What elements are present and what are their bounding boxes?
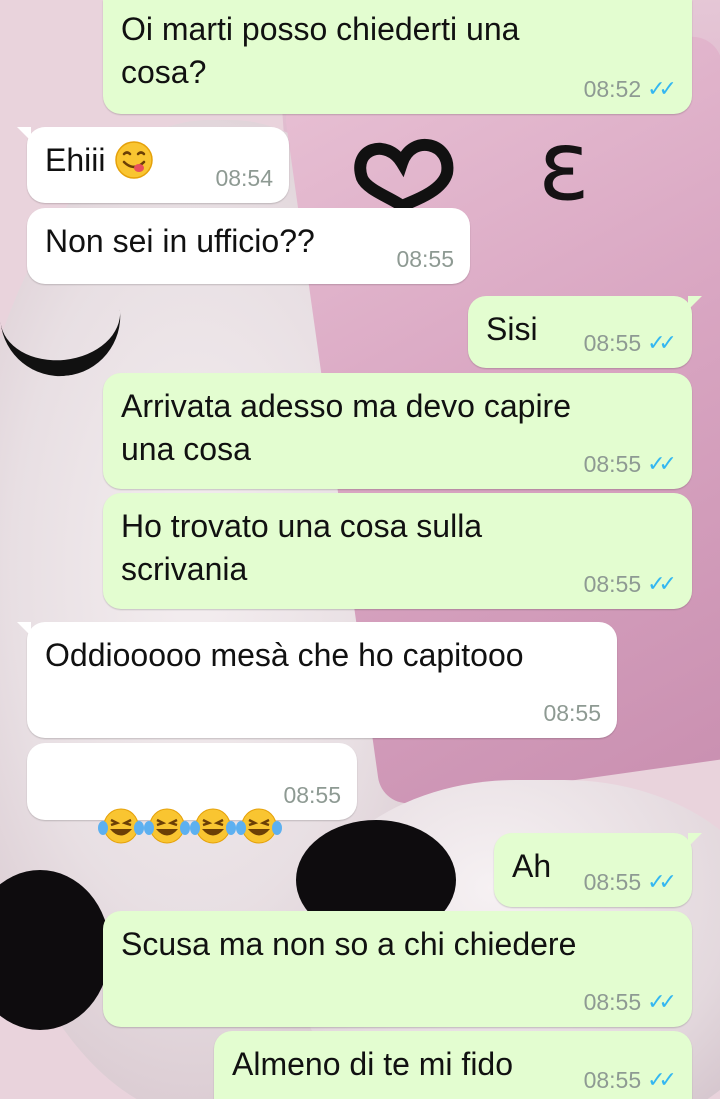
message-text: Scusa ma non so a chi chiedere [121,926,577,962]
message-time: 08:52 [583,76,642,102]
message-meta: 08:55 [283,782,341,808]
message-meta: 08:55 ✓✓ [583,989,677,1015]
message-meta: 08:55 ✓✓ [583,330,677,356]
message-outgoing[interactable]: Ho trovato una cosa sulla scrivania 08:5… [103,493,692,609]
tears-of-joy-icon [190,808,237,844]
double-check-read-icon: ✓✓ [647,451,677,476]
message-outgoing[interactable]: Scusa ma non so a chi chiedere 08:55 ✓✓ [103,911,692,1027]
message-outgoing[interactable]: Sisi 08:55 ✓✓ [468,296,702,368]
message-meta: 08:55 ✓✓ [583,451,677,477]
message-outgoing[interactable]: Arrivata adesso ma devo capire una cosa … [103,373,692,489]
message-outgoing[interactable]: Almeno di te mi fido 08:55 ✓✓ [214,1031,692,1099]
message-time: 08:55 [583,330,642,356]
wallpaper-heart-icon [354,139,454,208]
message-text: Non sei in ufficio?? [45,223,315,259]
double-check-read-icon: ✓✓ [647,1067,677,1092]
message-meta: 08:55 ✓✓ [583,869,677,895]
message-time: 08:55 [583,451,642,477]
message-time: 08:55 [283,782,341,808]
message-time: 08:55 [583,571,642,597]
message-meta: 08:54 [215,165,273,191]
message-incoming[interactable]: Ehiii 08:54 [17,127,289,203]
message-time: 08:55 [583,869,642,895]
double-check-read-icon: ✓✓ [647,989,677,1014]
double-check-read-icon: ✓✓ [647,76,677,101]
message-time: 08:55 [583,989,642,1015]
double-check-read-icon: ✓✓ [647,869,677,894]
message-meta: 08:55 ✓✓ [583,571,677,597]
message-time: 08:55 [543,700,601,726]
double-check-read-icon: ✓✓ [647,571,677,596]
message-time: 08:55 [396,246,454,272]
message-meta: 08:52 ✓✓ [583,76,677,102]
tears-of-joy-icon [144,808,191,844]
double-check-read-icon: ✓✓ [647,330,677,355]
message-outgoing[interactable]: Oi marti posso chiederti una cosa? 08:52… [103,0,692,114]
message-outgoing[interactable]: Ah 08:55 ✓✓ [494,833,702,907]
message-time: 08:54 [215,165,273,191]
wallpaper-epsilon: ɛ [538,110,590,222]
face-savoring-food-icon [115,140,154,179]
message-time: 08:55 [583,1067,642,1093]
message-incoming[interactable]: 08:55 [27,743,357,844]
message-meta: 08:55 ✓✓ [583,1067,677,1093]
message-meta: 08:55 [396,246,454,272]
message-text: Oddiooooo mesà che ho capitooo [45,637,524,673]
message-incoming[interactable]: Non sei in ufficio?? 08:55 [27,208,470,284]
message-text: Ehiii [45,142,106,178]
tears-of-joy-icon [98,808,145,844]
message-meta: 08:55 [543,700,601,726]
message-incoming[interactable]: Oddiooooo mesà che ho capitooo 08:55 [17,622,617,738]
tears-of-joy-icon [236,808,283,844]
emoji-row [45,759,341,889]
